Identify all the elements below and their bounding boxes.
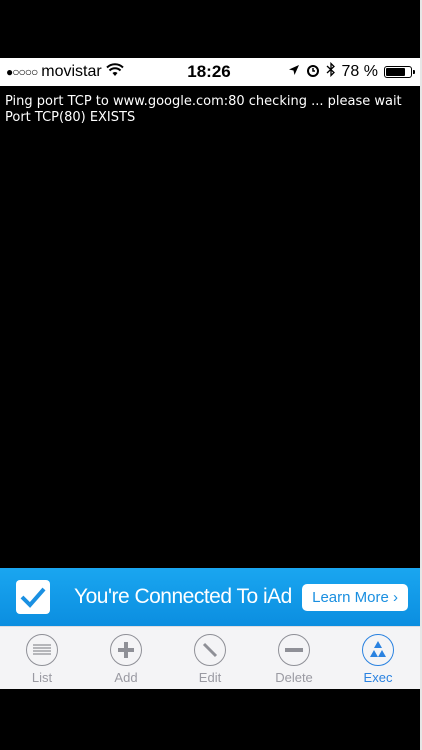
status-right: 78 % <box>262 61 420 82</box>
toolbar-item-list[interactable]: List <box>0 627 84 689</box>
list-icon <box>26 634 58 666</box>
location-arrow-icon <box>288 63 300 81</box>
toolbar-label: Edit <box>198 670 222 685</box>
toolbar-label: Delete <box>275 670 313 685</box>
iad-banner[interactable]: You're Connected To iAd Learn More › <box>0 568 420 626</box>
battery-icon <box>384 66 415 78</box>
ad-text: You're Connected To iAd <box>74 585 292 608</box>
toolbar-label: Add <box>114 670 138 685</box>
exec-icon <box>362 634 394 666</box>
learn-more-button[interactable]: Learn More › <box>302 583 408 611</box>
battery-percent: 78 % <box>341 63 378 80</box>
toolbar-item-delete[interactable]: Delete <box>252 627 336 689</box>
toolbar-item-edit[interactable]: Edit <box>168 627 252 689</box>
signal-strength-icon: ●○○○○ <box>6 65 38 79</box>
status-bar: ●○○○○ movistar 18:26 78 % <box>0 58 420 86</box>
toolbar-item-exec[interactable]: Exec <box>336 627 420 689</box>
edit-icon <box>194 634 226 666</box>
console-line: Port TCP(80) EXISTS <box>5 110 136 125</box>
checkmark-icon <box>16 580 50 614</box>
console-line: Ping port TCP to www.google.com:80 check… <box>5 94 402 109</box>
delete-icon <box>278 634 310 666</box>
toolbar-label: List <box>31 670 53 685</box>
add-icon <box>110 634 142 666</box>
console-output: Ping port TCP to www.google.com:80 check… <box>0 86 420 568</box>
alarm-icon <box>306 63 320 82</box>
bluetooth-icon <box>326 61 336 82</box>
carrier-name: movistar <box>41 63 102 80</box>
wifi-icon <box>106 62 124 82</box>
status-left: ●○○○○ movistar <box>0 62 156 82</box>
toolbar-label: Exec <box>363 670 393 685</box>
toolbar-item-add[interactable]: Add <box>84 627 168 689</box>
status-time: 18:26 <box>187 62 231 81</box>
battery-level <box>386 68 405 76</box>
bottom-toolbar: List Add Edit Delete Exec <box>0 626 420 689</box>
